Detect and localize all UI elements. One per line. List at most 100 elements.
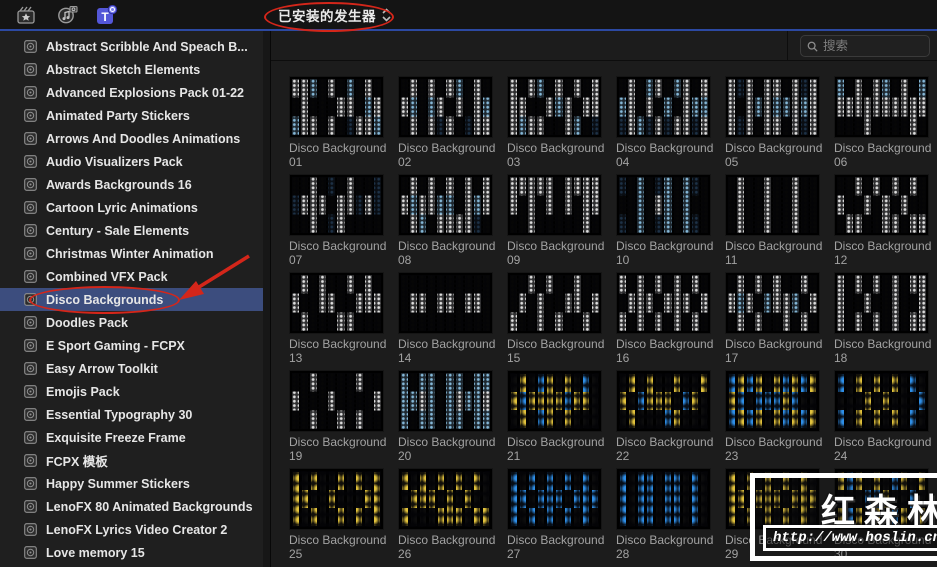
tile-thumbnail	[725, 370, 820, 432]
sidebar-item[interactable]: Arrows And Doodles Animations	[0, 127, 263, 150]
tile-thumbnail	[616, 272, 711, 334]
generator-tile[interactable]: Disco Background 19	[289, 370, 387, 463]
tile-thumbnail	[507, 76, 602, 138]
titles-generators-browser-icon[interactable]: T	[94, 4, 120, 26]
tile-label: Disco Background 04	[616, 141, 714, 169]
effects-browser-icon[interactable]	[14, 4, 40, 26]
sidebar-item[interactable]: Emojis Pack	[0, 380, 263, 403]
sidebar-list: Abstract Scribble And Speach B... Abstrac…	[0, 35, 263, 564]
tile-thumbnail	[398, 370, 493, 432]
generator-tile[interactable]: Disco Background 14	[398, 272, 495, 365]
tile-label: Disco Background 19	[289, 435, 387, 463]
sidebar-item[interactable]: Christmas Winter Animation	[0, 242, 263, 265]
tile-label: Disco Background 27	[507, 533, 605, 561]
generator-tile[interactable]: Disco Background 02	[398, 76, 496, 169]
generator-tile[interactable]: Disco Background 21	[507, 370, 604, 463]
tile-thumbnail	[507, 272, 602, 334]
generator-tile[interactable]: Disco Background 22	[616, 370, 713, 463]
generator-tile[interactable]: Disco Background 20	[398, 370, 495, 463]
generator-pack-icon	[24, 477, 37, 490]
sidebar-item[interactable]: Advanced Explosions Pack 01-22	[0, 81, 263, 104]
tile-label: Disco Background 26	[398, 533, 496, 561]
tile-thumbnail	[834, 174, 929, 236]
tile-thumbnail	[507, 370, 602, 432]
generator-tile[interactable]: Disco Background 26	[398, 468, 496, 561]
search-box[interactable]	[800, 35, 930, 57]
generator-tile[interactable]: Disco Background 28	[616, 468, 713, 561]
generator-pack-icon	[24, 132, 37, 145]
sidebar-item[interactable]: Essential Typography 30	[0, 403, 263, 426]
tile-label: Disco Background 02	[398, 141, 496, 169]
generator-tile[interactable]: Disco Background 12	[834, 174, 931, 267]
sidebar-item[interactable]: Abstract Scribble And Speach B...	[0, 35, 263, 58]
sidebar-item[interactable]: FCPX 模板	[0, 449, 263, 472]
generator-tile[interactable]: Disco Background 25	[289, 468, 387, 561]
tile-thumbnail	[289, 468, 384, 530]
generator-pack-icon	[24, 546, 37, 559]
sidebar-item-label: Animated Party Stickers	[46, 108, 190, 123]
tile-thumbnail	[289, 272, 384, 334]
generator-tile[interactable]: Disco Background 17	[725, 272, 822, 365]
sidebar-item[interactable]: Century - Sale Elements	[0, 219, 263, 242]
generator-tile[interactable]: Disco Background 01	[289, 76, 386, 169]
sidebar-item-label: Cartoon Lyric Animations	[46, 200, 198, 215]
sidebar-item-label: Arrows And Doodles Animations	[46, 131, 241, 146]
sidebar-item[interactable]: Doodles Pack	[0, 311, 263, 334]
generator-tile[interactable]: Disco Background 16	[616, 272, 713, 365]
sidebar-item-label: FCPX 模板	[46, 455, 108, 469]
sidebar-item[interactable]: Love memory 15	[0, 541, 263, 564]
generator-tile[interactable]: Disco Background 07	[289, 174, 387, 267]
generator-pack-icon	[24, 362, 37, 375]
tile-thumbnail	[398, 174, 493, 236]
sidebar-item[interactable]: Abstract Sketch Elements	[0, 58, 263, 81]
generator-tile[interactable]: Disco Background 10	[616, 174, 714, 267]
sidebar-item[interactable]: Cartoon Lyric Animations	[0, 196, 263, 219]
sidebar-item[interactable]: LenoFX 80 Animated Backgrounds	[0, 495, 263, 518]
sidebar-item[interactable]: Animated Party Stickers	[0, 104, 263, 127]
generator-tile[interactable]: Disco Background 15	[507, 272, 604, 365]
tile-label: Disco Background 25	[289, 533, 387, 561]
tile-label: Disco Background 07	[289, 239, 387, 267]
sidebar-item[interactable]: E Sport Gaming - FCPX	[0, 334, 263, 357]
sidebar-item-label: Combined VFX Pack	[46, 269, 168, 284]
tile-thumbnail	[398, 272, 493, 334]
sidebar-item[interactable]: Disco Backgrounds	[0, 288, 263, 311]
tile-thumbnail	[616, 370, 711, 432]
search-input[interactable]	[823, 39, 923, 53]
generator-tile[interactable]: Disco Background 03	[507, 76, 604, 169]
generator-pack-icon	[24, 454, 37, 467]
generator-tile[interactable]: Disco Background 24	[834, 370, 931, 463]
photos-audio-browser-icon[interactable]	[54, 4, 80, 26]
generator-pack-icon	[24, 224, 37, 237]
generator-tile[interactable]: Disco Background 08	[398, 174, 495, 267]
generator-tile[interactable]: Disco Background 13	[289, 272, 386, 365]
watermark: 红森林 http://www.hoslin.cn/	[750, 473, 937, 561]
generator-pack-icon	[24, 155, 37, 168]
tile-thumbnail	[289, 76, 384, 138]
generator-tile[interactable]: Disco Background 18	[834, 272, 931, 365]
sidebar-item[interactable]: Happy Summer Stickers	[0, 472, 263, 495]
tile-thumbnail	[616, 174, 711, 236]
sidebar-item[interactable]: Exquisite Freeze Frame	[0, 426, 263, 449]
sidebar: Abstract Scribble And Speach B... Abstrac…	[0, 31, 263, 567]
generator-tile[interactable]: Disco Background 06	[834, 76, 931, 169]
sidebar-item[interactable]: Audio Visualizers Pack	[0, 150, 263, 173]
generator-tile[interactable]: Disco Background 09	[507, 174, 604, 267]
generator-pack-icon	[24, 385, 37, 398]
sidebar-item[interactable]: Awards Backgrounds 16	[0, 173, 263, 196]
generator-tile[interactable]: Disco Background 04	[616, 76, 714, 169]
sidebar-item[interactable]: LenoFX Lyrics Video Creator 2	[0, 518, 263, 541]
generator-pack-icon	[24, 63, 37, 76]
generator-tile[interactable]: Disco Background 23	[725, 370, 822, 463]
tile-label: Disco Background 10	[616, 239, 714, 267]
generator-tile[interactable]: Disco Background 05	[725, 76, 822, 169]
tile-thumbnail	[507, 468, 602, 530]
sidebar-item[interactable]: Combined VFX Pack	[0, 265, 263, 288]
generator-source-dropdown[interactable]: 已安装的发生器	[278, 4, 391, 26]
sidebar-item-label: Love memory 15	[46, 545, 145, 560]
browser-header	[271, 31, 937, 61]
generator-tile[interactable]: Disco Background 11	[725, 174, 822, 267]
generator-tile[interactable]: Disco Background 27	[507, 468, 605, 561]
generator-pack-icon	[24, 201, 37, 214]
sidebar-item[interactable]: Easy Arrow Toolkit	[0, 357, 263, 380]
